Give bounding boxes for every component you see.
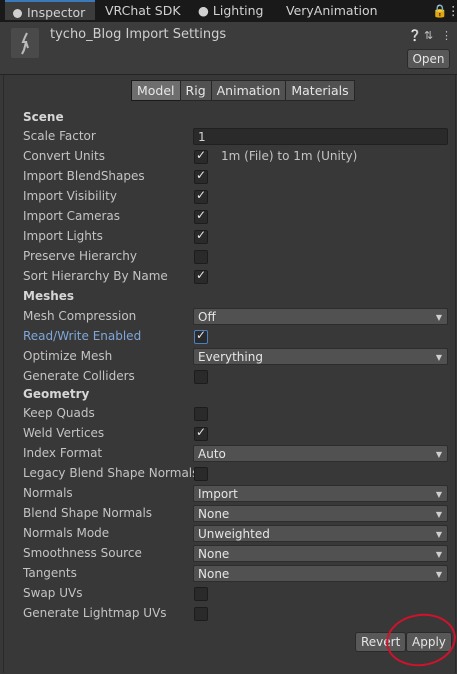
tab-vrchat-sdk[interactable]: VRChat SDK [105, 0, 181, 22]
read-write-label: Read/Write Enabled [23, 329, 142, 343]
chevron-down-icon: ▼ [435, 550, 442, 559]
more-options-icon[interactable]: ⋮ [441, 29, 452, 42]
tab-materials[interactable]: Materials [285, 80, 355, 101]
preserve-hierarchy-label: Preserve Hierarchy [23, 249, 137, 263]
smoothness-source-value: None [198, 547, 230, 561]
tab-lighting[interactable]: ● Lighting [198, 0, 263, 22]
section-geometry: Geometry [23, 387, 90, 401]
chevron-down-icon: ▼ [435, 353, 442, 362]
keep-quads-checkbox[interactable] [194, 407, 208, 421]
optimize-mesh-dropdown[interactable]: Everything ▼ [193, 348, 448, 365]
import-cameras-label: Import Cameras [23, 209, 120, 223]
chevron-down-icon: ▼ [435, 450, 442, 459]
keep-quads-label: Keep Quads [23, 406, 95, 420]
generate-lightmap-uvs-checkbox[interactable] [194, 607, 208, 621]
normals-mode-label: Normals Mode [23, 526, 110, 540]
import-lights-label: Import Lights [23, 229, 103, 243]
normals-value: Import [198, 487, 238, 501]
import-blendshapes-checkbox[interactable] [194, 168, 208, 184]
mesh-compression-label: Mesh Compression [23, 309, 137, 323]
generate-colliders-checkbox[interactable] [194, 370, 208, 384]
tab-animation[interactable]: Animation [210, 80, 287, 101]
presets-icon[interactable]: ⇅ [424, 29, 433, 42]
lightbulb-icon: ● [198, 3, 209, 18]
blend-shape-normals-dropdown[interactable]: None ▼ [193, 505, 448, 522]
normals-mode-dropdown[interactable]: Unweighted ▼ [193, 525, 448, 542]
convert-units-text: 1m (File) to 1m (Unity) [221, 149, 358, 163]
chevron-down-icon: ▼ [435, 490, 442, 499]
optimize-mesh-value: Everything [198, 350, 263, 364]
tab-vrchat-sdk-label: VRChat SDK [105, 3, 181, 18]
preserve-hierarchy-checkbox[interactable] [194, 250, 208, 264]
tab-lighting-label: Lighting [212, 3, 264, 18]
tangents-value: None [198, 567, 230, 581]
tab-inspector-label: Inspector [27, 5, 86, 20]
import-lights-checkbox[interactable] [194, 228, 208, 244]
legacy-blend-label: Legacy Blend Shape Normals [23, 466, 199, 480]
import-blendshapes-label: Import BlendShapes [23, 169, 145, 183]
swap-uvs-label: Swap UVs [23, 586, 83, 600]
convert-units-label: Convert Units [23, 149, 105, 163]
chevron-down-icon: ▼ [435, 510, 442, 519]
swap-uvs-checkbox[interactable] [194, 587, 208, 601]
weld-vertices-checkbox[interactable] [194, 425, 208, 441]
scale-factor-label: Scale Factor [23, 129, 96, 143]
normals-dropdown[interactable]: Import ▼ [193, 485, 448, 502]
smoothness-source-label: Smoothness Source [23, 546, 142, 560]
lock-icon[interactable]: 🔒 [432, 0, 448, 22]
import-tabs: Model Rig Animation Materials [131, 80, 355, 101]
blend-shape-normals-label: Blend Shape Normals [23, 506, 153, 520]
smoothness-source-dropdown[interactable]: None ▼ [193, 545, 448, 562]
normals-mode-value: Unweighted [198, 527, 270, 541]
blend-shape-normals-value: None [198, 507, 230, 521]
index-format-label: Index Format [23, 446, 103, 460]
generate-colliders-label: Generate Colliders [23, 369, 135, 383]
chevron-down-icon: ▼ [435, 570, 442, 579]
import-visibility-label: Import Visibility [23, 189, 117, 203]
mesh-compression-value: Off [198, 310, 216, 324]
legacy-blend-checkbox[interactable] [194, 467, 208, 481]
inspector-header: tycho_Blog Import Settings ❔ ⇅ ⋮ Open [0, 22, 457, 75]
tab-very-animation[interactable]: VeryAnimation [286, 0, 378, 22]
model-asset-icon [11, 28, 39, 58]
generate-lightmap-uvs-label: Generate Lightmap UVs [23, 606, 167, 620]
sort-hierarchy-checkbox[interactable] [194, 268, 208, 284]
optimize-mesh-label: Optimize Mesh [23, 349, 113, 363]
mesh-compression-dropdown[interactable]: Off ▼ [193, 308, 448, 325]
weld-vertices-label: Weld Vertices [23, 426, 105, 440]
tangents-dropdown[interactable]: None ▼ [193, 565, 448, 582]
chevron-down-icon: ▼ [435, 313, 442, 322]
tab-rig[interactable]: Rig [179, 80, 212, 101]
index-format-dropdown[interactable]: Auto ▼ [193, 445, 448, 462]
info-icon [13, 9, 22, 18]
import-cameras-checkbox[interactable] [194, 208, 208, 224]
convert-units-checkbox[interactable] [194, 148, 208, 164]
tangents-label: Tangents [23, 566, 77, 580]
page-title: tycho_Blog Import Settings [50, 27, 227, 42]
sort-hierarchy-label: Sort Hierarchy By Name [23, 269, 168, 283]
tab-very-animation-label: VeryAnimation [286, 3, 378, 18]
help-icon[interactable]: ❔ [408, 29, 422, 42]
tab-inspector[interactable]: Inspector [5, 0, 95, 20]
section-scene: Scene [23, 110, 64, 124]
read-write-checkbox[interactable] [194, 328, 208, 344]
normals-label: Normals [23, 486, 73, 500]
editor-tab-bar: Inspector VRChat SDK ● Lighting VeryAnim… [0, 0, 457, 22]
menu-icon[interactable]: ⋮ [447, 0, 457, 22]
index-format-value: Auto [198, 447, 226, 461]
import-visibility-checkbox[interactable] [194, 188, 208, 204]
tab-model[interactable]: Model [131, 80, 181, 101]
chevron-down-icon: ▼ [435, 530, 442, 539]
open-button[interactable]: Open [407, 49, 450, 69]
scale-factor-input[interactable]: 1 [193, 128, 448, 145]
section-meshes: Meshes [23, 289, 75, 303]
